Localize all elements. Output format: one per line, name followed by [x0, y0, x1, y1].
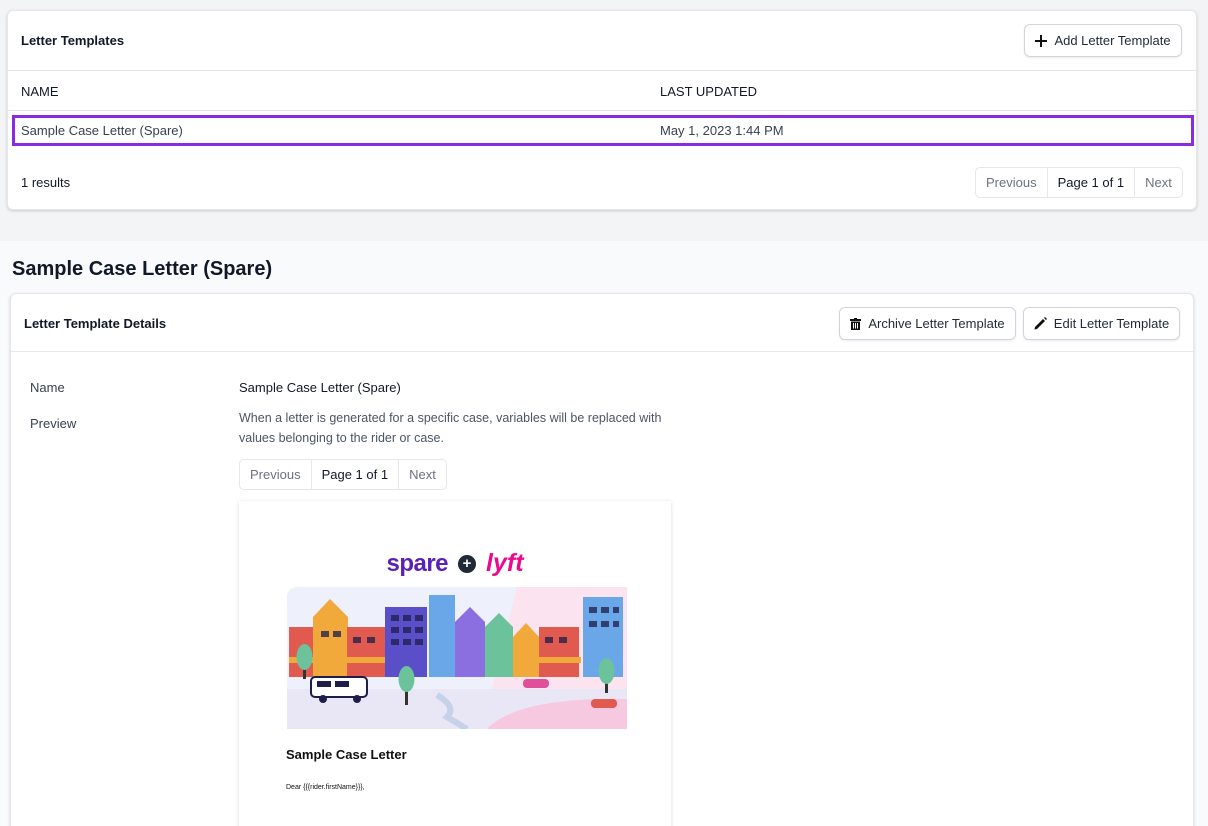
letter-template-details-card: Letter Template Details Archive Letter T… — [10, 293, 1194, 826]
logo-row: spare + lyft — [239, 549, 671, 578]
plus-icon — [1035, 34, 1048, 47]
preview-label: Preview — [30, 416, 77, 431]
trash-icon — [850, 317, 862, 330]
archive-letter-template-button[interactable]: Archive Letter Template — [839, 307, 1016, 340]
add-button-label: Add Letter Template — [1054, 33, 1171, 48]
previous-button[interactable]: Previous — [240, 460, 312, 489]
next-button[interactable]: Next — [399, 460, 446, 489]
card-title: Letter Templates — [21, 33, 125, 48]
page-indicator: Page 1 of 1 — [1048, 168, 1136, 197]
next-button[interactable]: Next — [1135, 168, 1182, 197]
letter-heading: Sample Case Letter — [286, 747, 407, 762]
spare-logo: spare — [386, 549, 449, 577]
preview-pagination: Previous Page 1 of 1 Next — [239, 459, 447, 490]
letter-preview: spare + lyft Sample Case Letter Dear {{{… — [239, 501, 671, 826]
column-last-updated[interactable]: LAST UPDATED — [660, 84, 757, 99]
preview-help-text: When a letter is generated for a specifi… — [239, 411, 662, 445]
plus-icon: + — [458, 554, 477, 573]
pencil-icon — [1034, 317, 1047, 330]
lyft-logo: lyft — [486, 549, 524, 577]
card-title: Letter Template Details — [24, 316, 167, 331]
detail-panel: Sample Case Letter (Spare) Letter Templa… — [0, 241, 1208, 826]
card-header: Letter Template Details Archive Letter T… — [11, 294, 1193, 352]
name-value: Sample Case Letter (Spare) — [239, 380, 401, 395]
edit-button-label: Edit Letter Template — [1053, 316, 1170, 331]
letter-greeting: Dear {{{rider.firstName}}}, — [286, 784, 365, 791]
page-indicator: Page 1 of 1 — [312, 460, 400, 489]
column-name[interactable]: NAME — [21, 84, 59, 99]
list-pagination: Previous Page 1 of 1 Next — [975, 167, 1183, 198]
edit-letter-template-button[interactable]: Edit Letter Template — [1023, 307, 1180, 340]
letter-templates-card: Letter Templates Add Letter Template NAM… — [7, 10, 1197, 210]
card-header: Letter Templates Add Letter Template — [8, 11, 1196, 71]
page-title: Sample Case Letter (Spare) — [12, 258, 273, 280]
previous-button[interactable]: Previous — [976, 168, 1048, 197]
archive-button-label: Archive Letter Template — [868, 316, 1005, 331]
table-header: NAME LAST UPDATED — [8, 71, 1196, 111]
results-count: 1 results — [21, 175, 71, 190]
row-name[interactable]: Sample Case Letter (Spare) — [21, 123, 183, 138]
row-last-updated: May 1, 2023 1:44 PM — [660, 123, 784, 138]
city-illustration — [287, 587, 627, 729]
add-letter-template-button[interactable]: Add Letter Template — [1024, 24, 1182, 57]
table-row[interactable]: Sample Case Letter (Spare) May 1, 2023 1… — [12, 115, 1194, 146]
name-label: Name — [30, 380, 65, 395]
